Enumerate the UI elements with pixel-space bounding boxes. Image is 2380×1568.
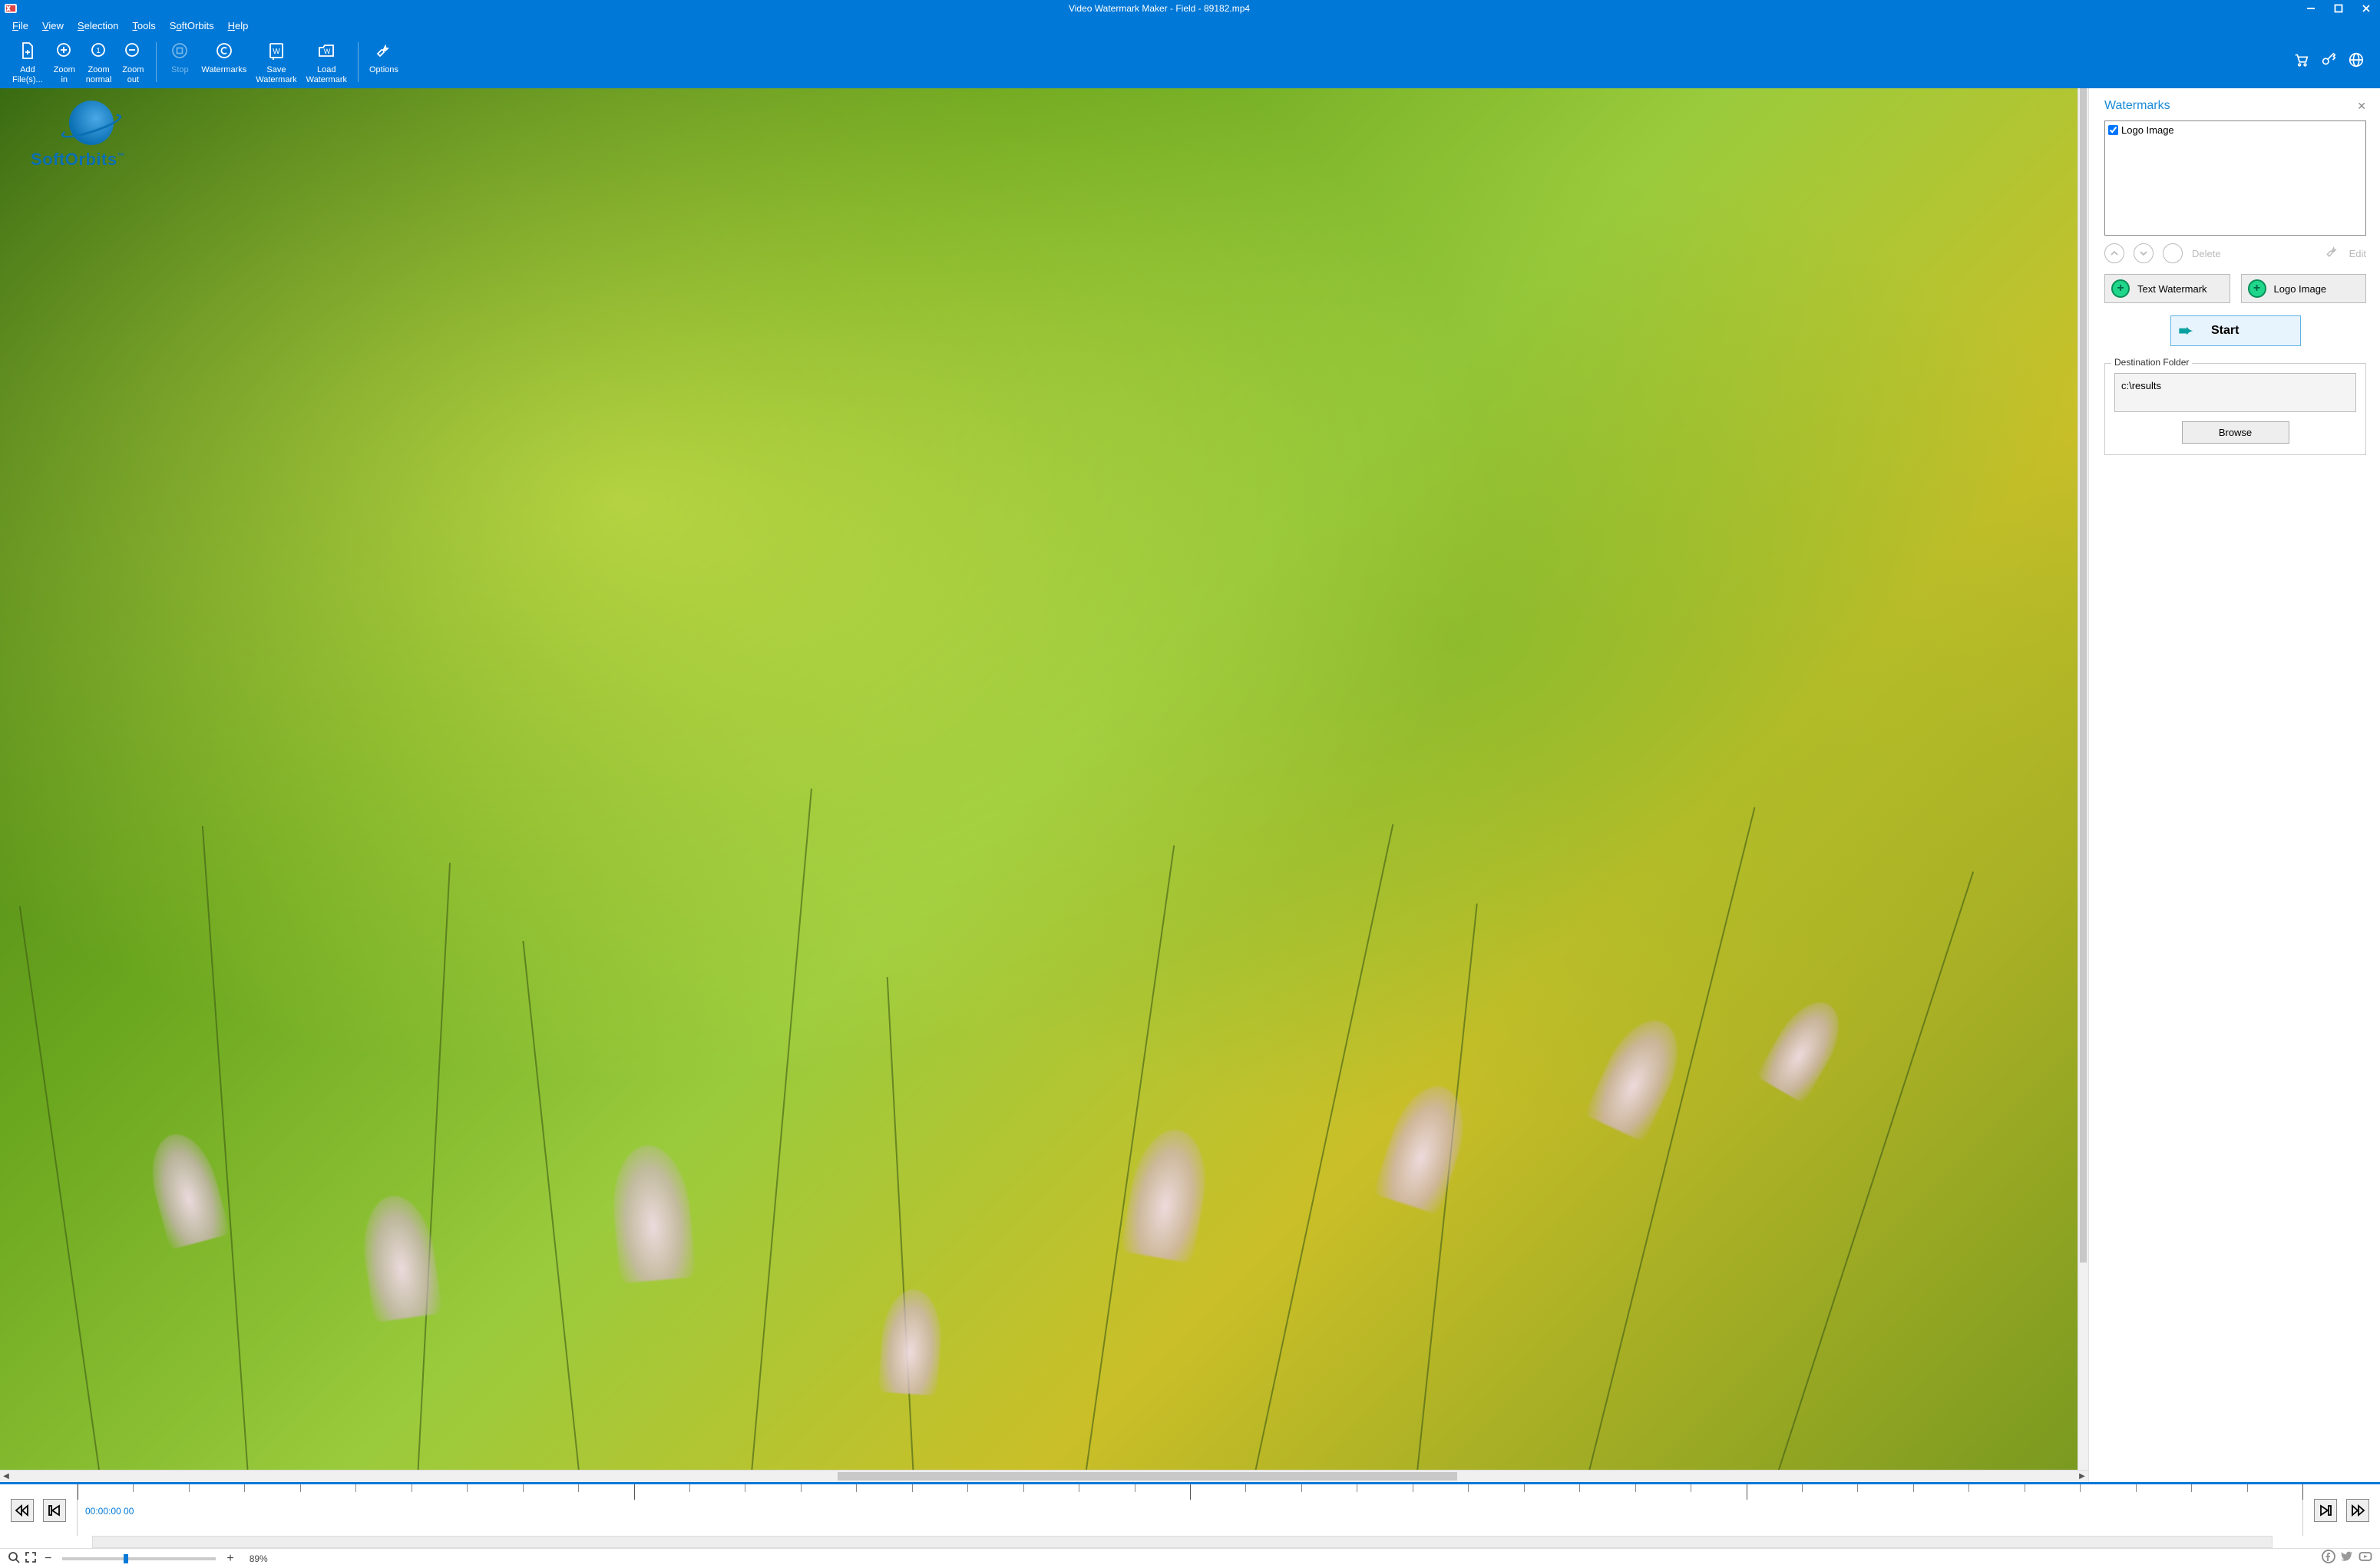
panel-title: Watermarks [2104,99,2170,113]
cart-icon[interactable] [2292,51,2309,73]
menu-help[interactable]: Help [228,20,249,31]
facebook-icon[interactable] [2322,1550,2335,1567]
delete-button[interactable]: Delete [2192,248,2221,259]
watermarks-panel: Watermarks ✕ Logo Image Delete Edit [2088,88,2380,1482]
youtube-icon[interactable] [2359,1550,2372,1567]
step-back-button[interactable] [43,1499,66,1522]
browse-button[interactable]: Browse [2182,421,2289,444]
watermarks-button[interactable]: Watermarks [197,38,251,87]
status-bar: − + 89% [0,1548,2380,1568]
edit-wrench-icon[interactable] [2325,244,2340,263]
load-watermark-button[interactable]: W Load Watermark [302,38,352,87]
window-title: Video Watermark Maker - Field - 89182.mp… [21,3,2297,14]
zoom-plus-button[interactable]: + [223,1552,236,1566]
zoom-slider[interactable] [62,1557,216,1560]
close-button[interactable] [2352,0,2380,17]
file-plus-icon [18,41,38,61]
timeline-track[interactable]: 00:00:00 00 [77,1484,2303,1536]
zoom-percent: 89% [250,1553,268,1564]
wrench-icon [374,41,394,61]
zoom-out-button[interactable]: Zoom out [116,38,150,87]
timecode: 00:00:00 00 [85,1506,134,1517]
svg-text:W: W [273,48,280,56]
horizontal-scrollbar[interactable]: ◀ ▶ [0,1470,2088,1482]
panel-close-icon[interactable]: ✕ [2357,100,2366,113]
logo-planet-icon [69,101,114,145]
menu-bar: File View Selection Tools SoftOrbits Hel… [0,17,2380,35]
options-button[interactable]: Options [365,38,403,87]
move-down-button[interactable] [2134,243,2154,263]
destination-path[interactable]: c:\results [2114,373,2356,412]
toolbar: Add File(s)... Zoom in 1 Zoom normal Zoo… [0,35,2380,88]
title-bar: Video Watermark Maker - Field - 89182.mp… [0,0,2380,17]
timeline-scrollbar[interactable] [0,1536,2380,1548]
vertical-scrollbar[interactable] [2078,88,2088,1470]
svg-text:W: W [324,48,331,55]
fit-screen-icon[interactable] [25,1551,37,1566]
save-watermark-button[interactable]: W Save Watermark [251,38,301,87]
load-w-icon: W [316,41,336,61]
plus-icon: + [2248,279,2266,298]
add-text-watermark-button[interactable]: + Text Watermark [2104,274,2230,303]
maximize-button[interactable] [2325,0,2352,17]
scroll-right-icon[interactable]: ▶ [2076,1471,2088,1483]
step-forward-button[interactable] [2314,1499,2337,1522]
app-icon [0,0,21,17]
add-logo-image-button[interactable]: + Logo Image [2241,274,2367,303]
list-item-checkbox[interactable] [2108,125,2118,135]
list-item[interactable]: Logo Image [2108,124,2362,136]
minimize-button[interactable] [2297,0,2325,17]
zoom-in-icon [55,41,74,61]
stop-icon [170,41,190,61]
timeline: 00:00:00 00 [0,1482,2380,1536]
destination-group: Destination Folder c:\results Browse [2104,363,2366,455]
zoom-out-icon [123,41,143,61]
svg-text:1: 1 [96,47,101,55]
zoom-in-button[interactable]: Zoom in [48,38,81,87]
remove-button[interactable] [2163,243,2183,263]
stop-button: Stop [163,38,197,87]
menu-file[interactable]: File [12,20,28,31]
edit-button[interactable]: Edit [2349,248,2366,259]
zoom-minus-button[interactable]: − [41,1552,55,1566]
menu-tools[interactable]: Tools [132,20,155,31]
arrow-right-icon: ➨ [2179,321,2193,341]
key-icon[interactable] [2320,51,2337,73]
zoom-one-icon: 1 [89,41,109,61]
move-up-button[interactable] [2104,243,2124,263]
rewind-button[interactable] [11,1499,34,1522]
zoom-normal-button[interactable]: 1 Zoom normal [81,38,117,87]
menu-softorbits[interactable]: SoftOrbits [170,20,214,31]
start-button[interactable]: ➨ Start [2170,315,2301,346]
plus-icon: + [2111,279,2130,298]
twitter-icon[interactable] [2340,1550,2354,1567]
globe-icon[interactable] [2348,51,2365,73]
menu-selection[interactable]: Selection [78,20,118,31]
scroll-left-icon[interactable]: ◀ [0,1471,12,1483]
copyright-icon [214,41,234,61]
menu-view[interactable]: View [42,20,64,31]
fast-forward-button[interactable] [2346,1499,2369,1522]
add-files-button[interactable]: Add File(s)... [8,38,48,87]
watermark-list[interactable]: Logo Image [2104,120,2366,236]
watermark-overlay[interactable]: SoftOrbits™ [31,101,125,170]
zoom-reset-icon[interactable] [8,1551,20,1566]
video-preview[interactable]: SoftOrbits™ [0,88,2078,1470]
save-w-icon: W [266,41,286,61]
